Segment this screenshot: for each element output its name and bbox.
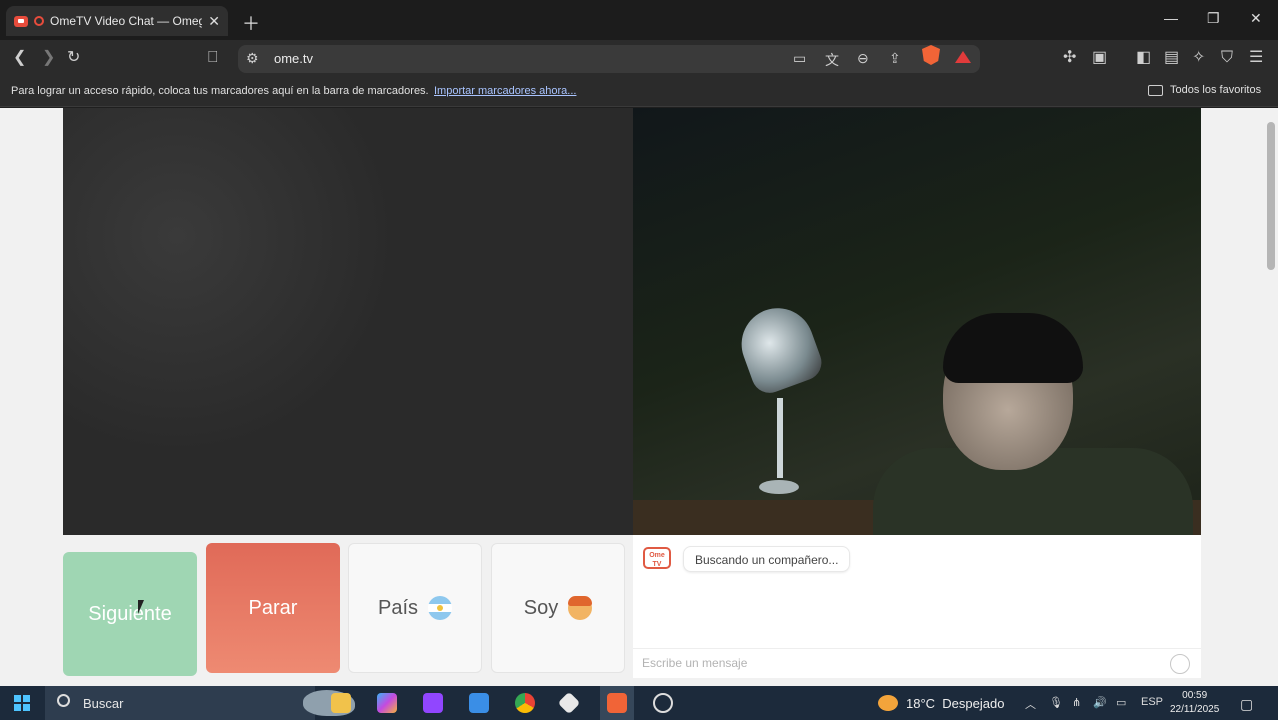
vpn-icon[interactable]: ⛉	[1221, 49, 1233, 67]
file-explorer-icon[interactable]	[331, 693, 351, 713]
microphone-icon[interactable]: 🎙	[1049, 696, 1063, 709]
notifications-icon[interactable]: ▢	[1240, 696, 1253, 713]
person-hair	[943, 313, 1083, 383]
taskbar-search[interactable]: Buscar	[45, 686, 355, 720]
scrollbar-thumb[interactable]	[1267, 122, 1275, 270]
self-video	[633, 108, 1201, 535]
language-indicator[interactable]: ESP	[1141, 696, 1163, 708]
gender-button[interactable]: Soy	[491, 543, 625, 673]
tab-title: OmeTV Video Chat — Omegl	[50, 14, 203, 28]
microphone-base	[759, 480, 799, 494]
search-icon	[57, 694, 70, 707]
message-placeholder: Escribe un mensaje	[642, 656, 748, 670]
reload-icon[interactable]: ↻	[67, 49, 80, 67]
battery-icon[interactable]: ▭	[1116, 696, 1126, 709]
weather-icon	[878, 695, 898, 711]
brave-rewards-icon[interactable]	[955, 51, 971, 63]
ometv-favicon-icon	[14, 15, 28, 27]
status-message: Buscando un compañero...	[683, 546, 851, 572]
weather-temp: 18°C	[906, 695, 936, 711]
bookmark-icon[interactable]: ⎕	[208, 49, 218, 67]
taskbar: Buscar 18°C Despejado ︿ 🎙 ⋔ 🔊 ▭ ESP 00:5…	[0, 686, 1278, 720]
country-button[interactable]: País	[348, 543, 482, 673]
new-tab-icon[interactable]: ＋	[242, 10, 260, 36]
close-tab-icon[interactable]: ✕	[208, 13, 220, 30]
recorder-icon[interactable]	[653, 693, 673, 713]
extensions-icon[interactable]: ✣	[1063, 49, 1076, 67]
taskbar-search-label: Buscar	[83, 696, 124, 711]
translate-icon[interactable]: 文	[825, 50, 839, 70]
all-bookmarks-label: Todos los favoritos	[1170, 84, 1262, 96]
restore-icon[interactable]: ❐	[1207, 10, 1220, 27]
microphone-stand	[777, 398, 783, 478]
gender-label: Soy	[523, 596, 559, 619]
bookmarks-bar: Para lograr un acceso rápido, coloca tus…	[0, 77, 1278, 107]
message-input[interactable]: Escribe un mensaje	[633, 648, 1201, 678]
app-icon[interactable]	[557, 691, 581, 715]
all-bookmarks-button[interactable]: Todos los favoritos	[1148, 84, 1261, 96]
argentina-flag-icon	[428, 596, 453, 620]
chat-panel: Ome TV Buscando un compañero... Escribe …	[633, 535, 1201, 678]
zoom-icon[interactable]: ⊖	[857, 50, 869, 67]
ometv-logo: Ome TV	[643, 547, 671, 569]
clock-time: 00:59	[1182, 690, 1208, 701]
network-icon[interactable]: ⋔	[1072, 696, 1081, 709]
stop-button[interactable]: Parar	[206, 543, 340, 673]
minimize-icon[interactable]: —	[1164, 10, 1178, 26]
recording-icon	[34, 16, 44, 26]
close-window-icon[interactable]: ✕	[1250, 10, 1262, 27]
address-bar[interactable]: ⚙ ome.tv ▭ 文 ⊖ ⇪	[238, 45, 980, 73]
reader-icon[interactable]: ▣	[1092, 49, 1107, 67]
browser-tab[interactable]: OmeTV Video Chat — Omegl ✕	[6, 6, 228, 36]
browser-toolbar: ❮ ❯ ↻ ⎕ ⚙ ome.tv ▭ 文 ⊖ ⇪ ✣ ▣ ◧ ▤ ✧ ⛉ ☰	[0, 40, 1278, 77]
page-content: Siguiente Parar País Soy Ome TV Buscando…	[0, 108, 1264, 686]
twitch-icon[interactable]	[423, 693, 443, 713]
cast-icon[interactable]: ▭	[793, 50, 806, 67]
url-text[interactable]: ome.tv	[274, 51, 313, 66]
emoji-icon[interactable]	[1170, 654, 1190, 674]
brave-taskbar-icon[interactable]	[607, 693, 627, 713]
bookmarks-hint: Para lograr un acceso rápido, coloca tus…	[11, 85, 429, 97]
scrollbar[interactable]	[1264, 108, 1278, 686]
next-button[interactable]: Siguiente	[63, 552, 197, 676]
store-icon[interactable]	[469, 693, 489, 713]
tab-strip: OmeTV Video Chat — Omegl ✕ ＋ — ❐ ✕	[0, 0, 1278, 40]
copilot-icon[interactable]	[377, 693, 397, 713]
country-label: País	[377, 596, 419, 619]
share-icon[interactable]: ⇪	[889, 50, 901, 67]
sidebar-icon[interactable]: ◧	[1136, 49, 1151, 67]
partner-video	[63, 108, 633, 535]
clock-date: 22/11/2025	[1170, 704, 1220, 715]
import-bookmarks-link[interactable]: Importar marcadores ahora...	[434, 85, 576, 97]
weather-desc: Despejado	[942, 695, 1005, 711]
forward-icon[interactable]: ❯	[42, 49, 55, 67]
wallet-icon[interactable]: ▤	[1164, 49, 1179, 67]
volume-icon[interactable]: 🔊	[1093, 696, 1107, 709]
chrome-icon[interactable]	[515, 693, 535, 713]
start-button[interactable]	[14, 695, 30, 711]
menu-icon[interactable]: ☰	[1249, 49, 1263, 67]
weather-widget[interactable]: 18°C Despejado	[878, 695, 1004, 711]
mouse-cursor-icon	[138, 600, 150, 614]
folder-icon	[1148, 84, 1163, 96]
clock[interactable]: 00:59 22/11/2025	[1170, 689, 1219, 717]
site-settings-icon[interactable]: ⚙	[246, 50, 259, 67]
leo-icon[interactable]: ✧	[1192, 49, 1205, 67]
microphone-image	[731, 298, 827, 398]
chevron-up-icon[interactable]: ︿	[1025, 696, 1036, 712]
back-icon[interactable]: ❮	[13, 49, 26, 67]
boy-face-icon	[568, 596, 593, 620]
